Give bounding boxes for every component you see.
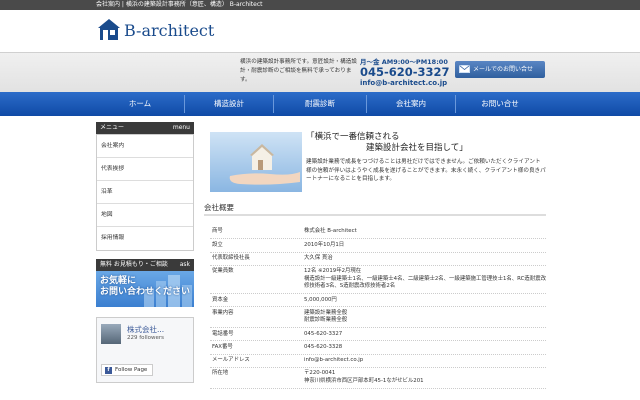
sidebar-item-company[interactable]: 会社案内 <box>97 135 193 158</box>
nav-seismic-diagnosis[interactable]: 耐震診断 <box>274 92 366 116</box>
table-cell-value: 株式会社 B-architect <box>304 228 357 235</box>
facebook-page-thumbnail[interactable] <box>101 324 121 344</box>
table-cell-label: 資本金 <box>212 296 229 303</box>
top-bar-text: 会社案内 | 横浜の建築設計事務所（意匠、構造） B-architect <box>96 1 263 8</box>
mail-contact-label: メールでのお問い合せ <box>473 66 534 73</box>
main-nav: ホーム 構造設計 耐震診断 会社案内 お問い合せ <box>0 92 640 116</box>
facebook-icon: f <box>105 367 112 374</box>
sidebar-menu-title-en: menu <box>172 124 190 131</box>
phone-number[interactable]: 045-620-3327 <box>360 66 456 79</box>
top-bar: 会社案内 | 横浜の建築設計事務所（意匠、構造） B-architect <box>0 0 640 10</box>
facebook-followers: 229 followers <box>127 335 164 341</box>
table-cell-label: 代表取締役社長 <box>212 254 250 261</box>
table-cell-label: 事業内容 <box>212 309 234 316</box>
banner-text-line2: お問い合わせください <box>100 287 191 297</box>
table-cell-value: 2010年10月1日 <box>304 241 345 248</box>
hero-title-line1: 「横浜で一番信頼される <box>306 132 400 142</box>
table-row: 電話番号 045-620-3327 <box>210 328 546 342</box>
company-info-table: 商号 株式会社 B-architect 設立 2010年10月1日代表取締役社長 大久保… <box>210 226 546 389</box>
table-cell-label: 商号 <box>212 228 223 235</box>
logo[interactable]: B-architect <box>97 17 217 43</box>
nav-contact[interactable]: お問い合せ <box>456 92 544 116</box>
table-cell-value: info@b-architect.co.jp <box>304 357 364 364</box>
section-title: 会社概要 <box>204 202 546 216</box>
email-address[interactable]: info@b-architect.co.jp <box>360 79 456 87</box>
table-cell-value: 5,000,000円 <box>304 296 337 303</box>
table-row: 代表取締役社長 大久保 貫治 <box>210 253 546 266</box>
sidebar-item-recruit[interactable]: 採用情報 <box>97 227 193 250</box>
table-row: 商号 株式会社 B-architect <box>210 226 546 240</box>
table-cell-value: 045-620-3328 <box>304 343 343 350</box>
nav-home[interactable]: ホーム <box>96 92 184 116</box>
contact-info: 月～金 AM9:00～PM18:00 045-620-3327 info@b-a… <box>360 56 456 87</box>
estimate-header: 無料 お見積もり・ご相談 ask <box>96 259 194 271</box>
hero-body: 建築設計業務で成長をつづけることは男社だけではできません。ご依頼いただくクライア… <box>306 159 546 182</box>
table-row: メールアドレス info@b-architect.co.jp <box>210 355 546 369</box>
banner-text-line1: お気軽に <box>100 276 137 286</box>
table-cell-value: 12名 ※2019年2月現在 構造設計一級建築士1名、一級建築士4名、二級建築士… <box>304 268 546 290</box>
sidebar: メニュー menu 会社案内 代表挨拶 沿革 地図 採用情報 無料 お見積もり・… <box>96 122 194 383</box>
table-cell-value: 〒220-0041 神奈川県横浜市西区戸部本町45-1ながせビル201 <box>304 370 424 384</box>
tagline: 横浜の建築設計事務所です。意匠設計・構造設計・耐震診断のご相談を無料で承っており… <box>240 59 357 83</box>
facebook-follow-label: Follow Page <box>115 367 148 373</box>
contact-banner[interactable]: お気軽に お問い合わせください <box>96 271 194 307</box>
header: B-architect <box>0 10 640 52</box>
table-cell-label: 従業員数 <box>212 268 234 275</box>
house-logo-icon <box>98 19 120 40</box>
sidebar-item-map[interactable]: 地図 <box>97 204 193 227</box>
estimate-title: 無料 お見積もり・ご相談 <box>100 261 168 268</box>
sidebar-menu-title: メニュー <box>100 124 125 131</box>
nav-company[interactable]: 会社案内 <box>367 92 455 116</box>
table-cell-label: 所在地 <box>212 370 229 377</box>
sidebar-item-history[interactable]: 沿革 <box>97 181 193 204</box>
table-row: 所在地 〒220-0041 神奈川県横浜市西区戸部本町45-1ながせビル201 <box>210 368 546 389</box>
sidebar-item-greeting[interactable]: 代表挨拶 <box>97 158 193 181</box>
hero-title-line2: 建築設計会社を目指して」 <box>366 143 468 153</box>
table-row: 事業内容 建築設計業務全般 耐震診断業務全般 <box>210 307 546 329</box>
table-cell-value: 大久保 貫治 <box>304 254 333 261</box>
table-cell-label: 設立 <box>212 241 223 248</box>
table-cell-value: 建築設計業務全般 耐震診断業務全般 <box>304 309 348 324</box>
table-row: 設立 2010年10月1日 <box>210 239 546 253</box>
banner-text: お気軽に お問い合わせください <box>100 276 190 298</box>
estimate-title-en: ask <box>179 261 190 268</box>
table-cell-value: 045-620-3327 <box>304 330 343 337</box>
envelope-icon <box>459 65 470 73</box>
logo-text: B-architect <box>124 21 215 40</box>
table-row: 資本金 5,000,000円 <box>210 294 546 308</box>
nav-structural-design[interactable]: 構造設計 <box>185 92 273 116</box>
table-cell-label: FAX番号 <box>212 343 233 350</box>
sidebar-menu-header: メニュー menu <box>96 122 194 134</box>
house-in-hand-icon <box>229 144 300 185</box>
sidebar-menu: 会社案内 代表挨拶 沿革 地図 採用情報 <box>96 134 194 251</box>
hero-image <box>210 132 302 192</box>
sub-header: 横浜の建築設計事務所です。意匠設計・構造設計・耐震診断のご相談を無料で承っており… <box>0 52 640 92</box>
table-row: 従業員数 12名 ※2019年2月現在 構造設計一級建築士1名、一級建築士4名、二… <box>210 266 546 295</box>
mail-contact-button[interactable]: メールでのお問い合せ <box>455 61 545 78</box>
facebook-widget: 株式会社... 229 followers f Follow Page <box>96 317 194 383</box>
table-cell-label: 電話番号 <box>212 330 234 337</box>
facebook-follow-button[interactable]: f Follow Page <box>101 364 153 376</box>
table-row: FAX番号 045-620-3328 <box>210 341 546 355</box>
table-cell-label: メールアドレス <box>212 357 250 364</box>
facebook-page-name[interactable]: 株式会社... <box>127 324 164 335</box>
hero-title: 「横浜で一番信頼される 建築設計会社を目指して」 <box>306 132 546 154</box>
